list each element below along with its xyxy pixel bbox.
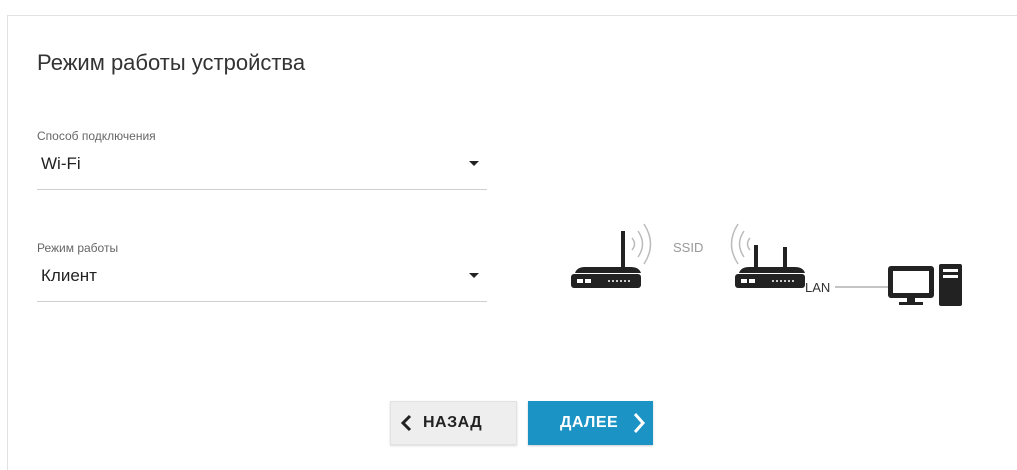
work-mode-value: Клиент: [41, 266, 97, 285]
page-title: Режим работы устройства: [37, 50, 306, 75]
connection-type-value: Wi-Fi: [41, 154, 81, 173]
chevron-down-icon: [469, 161, 479, 166]
lan-label: LAN: [805, 280, 830, 295]
next-button-label: ДАЛЕЕ: [560, 414, 619, 431]
chevron-left-icon: [400, 414, 412, 432]
device-mode-panel: Режим работы устройства Способ подключен…: [7, 15, 1017, 470]
router-icon: [571, 231, 641, 288]
work-mode-select[interactable]: Режим работы Клиент: [37, 241, 487, 302]
wifi-waves-icon: [730, 223, 751, 265]
next-button[interactable]: ДАЛЕЕ: [528, 401, 653, 445]
back-button-label: НАЗАД: [423, 414, 483, 431]
work-mode-label: Режим работы: [37, 241, 119, 255]
ssid-label: SSID: [673, 240, 703, 255]
router-icon: [735, 245, 805, 288]
chevron-right-icon: [634, 413, 646, 433]
connection-type-select[interactable]: Способ подключения Wi-Fi: [37, 129, 487, 190]
wifi-waves-icon: [631, 223, 652, 265]
connection-type-label: Способ подключения: [37, 129, 156, 143]
network-diagram: SSID LAN: [571, 223, 962, 306]
back-button[interactable]: НАЗАД: [390, 401, 517, 445]
chevron-down-icon: [469, 273, 479, 278]
computer-icon: [888, 264, 962, 306]
